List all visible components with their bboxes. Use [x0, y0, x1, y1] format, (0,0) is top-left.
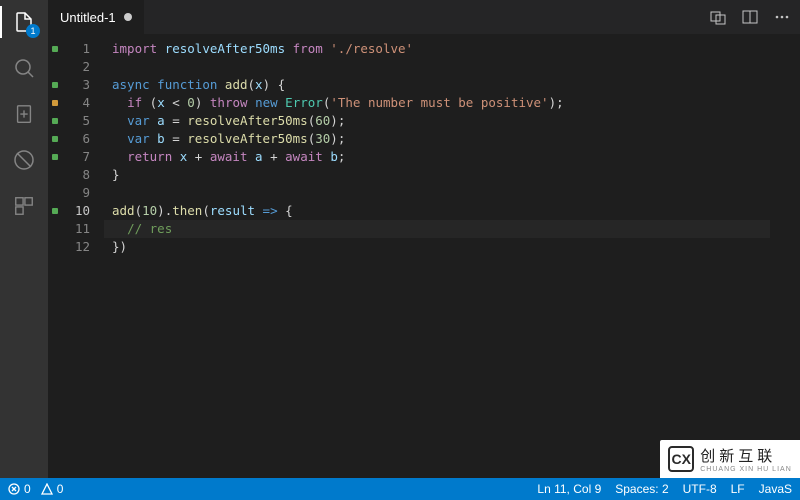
gutter-marks [48, 34, 62, 478]
status-lang[interactable]: JavaS [759, 482, 792, 496]
explorer-icon[interactable]: 1 [10, 8, 38, 36]
watermark: CX 创新互联 CHUANG XIN HU LIAN [660, 440, 800, 478]
split-editor-icon[interactable] [742, 9, 758, 25]
explorer-badge: 1 [26, 24, 40, 38]
status-warnings[interactable]: 0 [41, 482, 64, 496]
status-eol[interactable]: LF [731, 482, 745, 496]
more-icon[interactable] [774, 9, 790, 25]
code-content[interactable]: import resolveAfter50ms from './resolve'… [104, 34, 800, 478]
compare-icon[interactable] [710, 9, 726, 25]
tab-modified-dot [124, 13, 132, 21]
status-errors[interactable]: 0 [8, 482, 31, 496]
tab-title: Untitled-1 [60, 10, 116, 25]
source-control-icon[interactable] [10, 100, 38, 128]
watermark-brand: 创新互联 [700, 445, 792, 466]
activity-bar: 1 [0, 0, 48, 478]
tab-bar: Untitled-1 [48, 0, 800, 34]
debug-icon[interactable] [10, 146, 38, 174]
editor-area: Untitled-1 [48, 0, 800, 478]
status-position[interactable]: Ln 11, Col 9 [537, 482, 601, 496]
status-bar: 0 0 Ln 11, Col 9 Spaces: 2 UTF-8 LF Java… [0, 478, 800, 500]
code-editor[interactable]: 123 456 789 101112 import resolveAfter50… [48, 34, 800, 478]
tab-untitled[interactable]: Untitled-1 [48, 0, 145, 34]
status-spaces[interactable]: Spaces: 2 [615, 482, 668, 496]
line-numbers: 123 456 789 101112 [62, 34, 104, 478]
tab-actions [700, 0, 800, 34]
watermark-pinyin: CHUANG XIN HU LIAN [700, 466, 792, 473]
search-icon[interactable] [10, 54, 38, 82]
watermark-logo: CX [668, 446, 694, 472]
status-encoding[interactable]: UTF-8 [683, 482, 717, 496]
extensions-icon[interactable] [10, 192, 38, 220]
